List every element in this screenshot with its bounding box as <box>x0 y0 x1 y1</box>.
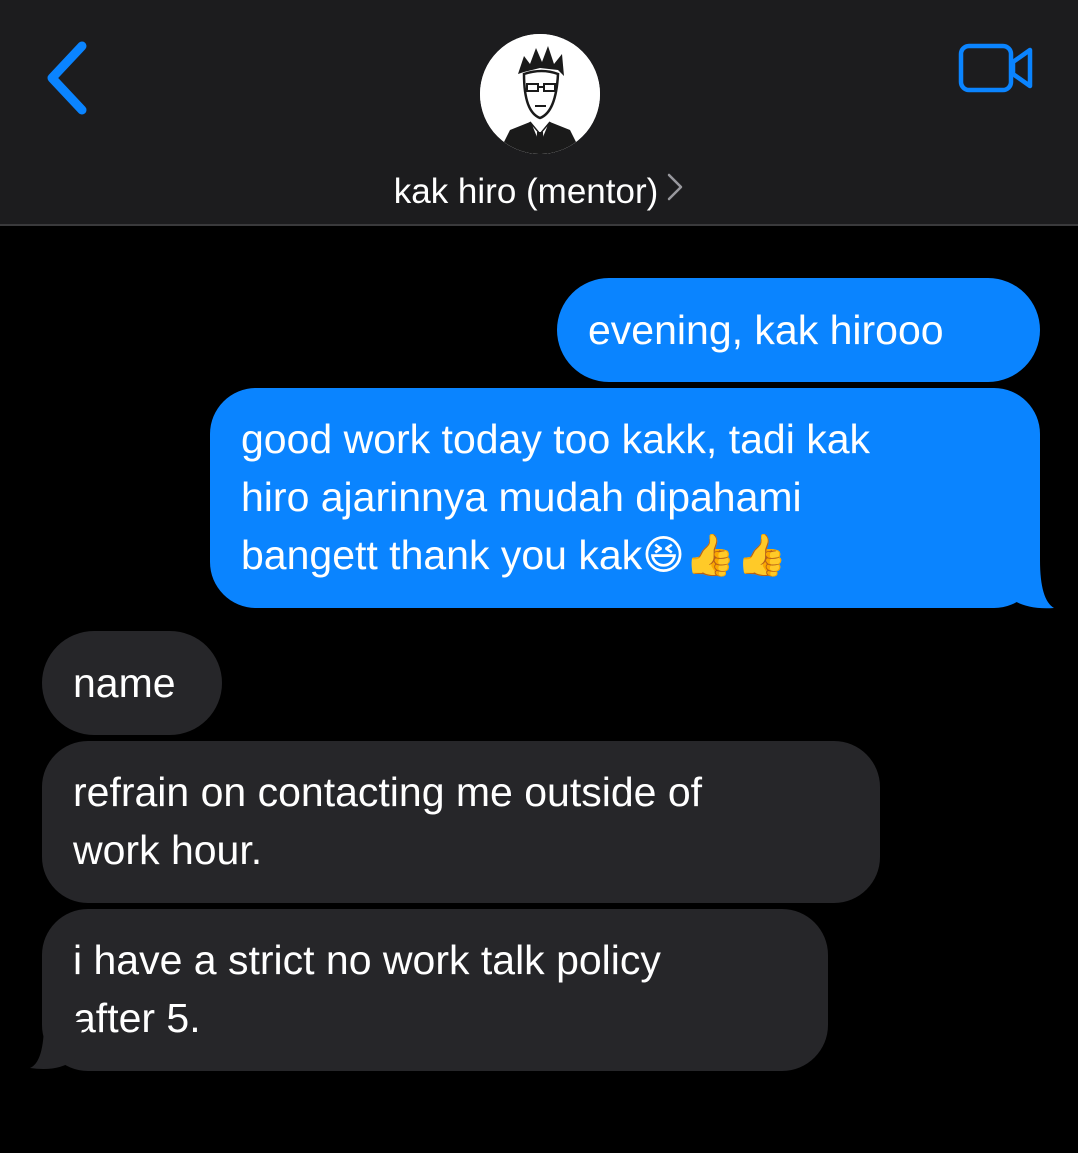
back-button[interactable] <box>38 38 98 118</box>
message-text-line: refrain on contacting me outside of <box>73 769 703 815</box>
chevron-left-icon <box>47 41 87 115</box>
message-text-line: good work today too kakk, tadi kak <box>241 416 871 462</box>
message-text: evening, kak hirooo <box>588 307 944 353</box>
message-bubble-received[interactable]: name <box>42 631 222 735</box>
message-bubble-sent[interactable]: good work today too kakk, tadi kak hiro … <box>210 388 1040 608</box>
message-text: name <box>73 660 176 706</box>
message-bubble-sent[interactable]: evening, kak hirooo <box>557 278 1040 382</box>
contact-name: kak hiro (mentor) <box>393 172 659 211</box>
contact-name-button[interactable]: kak hiro (mentor) <box>0 170 1078 214</box>
chevron-right-icon <box>666 169 684 213</box>
message-text-line: i have a strict no work talk policy <box>73 937 661 983</box>
message-text-line: bangett thank you kak😆👍👍 <box>241 532 788 578</box>
message-bubble-received[interactable]: i have a strict no work talk policy afte… <box>42 909 828 1071</box>
avatar[interactable] <box>480 34 600 154</box>
bubble-tail <box>30 1022 84 1069</box>
message-text-line: after 5. <box>73 995 201 1041</box>
video-call-button[interactable] <box>955 40 1037 96</box>
conversation-header: kak hiro (mentor) <box>0 0 1078 226</box>
bubble-tail <box>1000 560 1054 609</box>
message-bubble-received[interactable]: refrain on contacting me outside of work… <box>42 741 880 903</box>
message-text-line: work hour. <box>73 827 263 873</box>
message-text-line: hiro ajarinnya mudah dipahami <box>241 474 802 520</box>
video-camera-icon <box>958 43 1033 93</box>
